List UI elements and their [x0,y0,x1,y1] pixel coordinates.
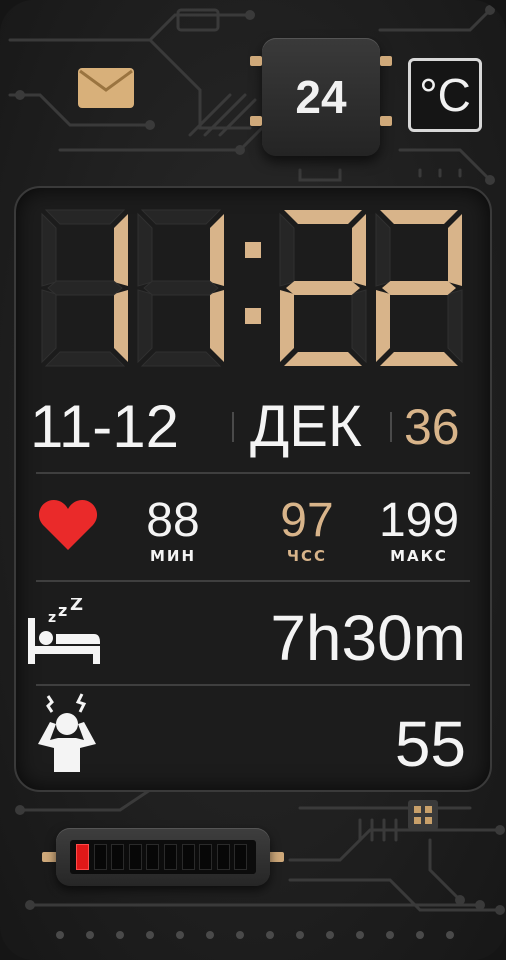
clock-digit-segment [351,289,367,364]
battery-cell [76,844,89,870]
clock-digit-segment [114,290,128,362]
chip-pin [380,116,392,126]
svg-text:z: z [48,610,56,626]
watch-face: 24 °C 11 22 11-12 ДЕК 36 88 МИН 97 ЧСС 1… [0,0,506,960]
temperature-value[interactable]: 24 [262,62,380,132]
battery-cell [199,844,213,870]
chip-pin [250,56,262,66]
hr-current-value[interactable]: 97 [262,496,352,546]
clock-digit-segment [137,212,153,287]
temperature-unit[interactable]: °C [408,58,482,132]
clock-digit-segment [280,290,294,362]
clock-digit-segment [376,290,390,362]
battery-cell [181,844,195,870]
battery-cell [111,844,125,870]
clock-digit-segment [44,209,126,225]
clock-digit-segment [114,214,128,286]
hr-min-label: МИН [149,547,197,565]
sleep-duration[interactable]: 7h30m [270,598,466,678]
date-month-name: ДЕК [250,394,362,459]
clock-digit-segment [380,210,458,224]
stress-value[interactable]: 55 [395,704,466,784]
battery-cell [146,844,160,870]
svg-text:Z: Z [70,598,83,615]
clock-digit-segment [44,351,126,367]
clock-digit-segment [140,351,222,367]
battery-cell [93,844,107,870]
date-separator [232,412,234,442]
hr-max-label: МАКС [390,547,448,565]
battery-pin [268,852,284,862]
date-day-month: 11-12 [30,393,180,460]
digital-clock[interactable]: 11 22 [34,200,484,376]
envelope-icon[interactable] [78,68,134,108]
divider [36,472,470,474]
clock-digit-segment [47,280,123,296]
clock-digit-segment [375,212,391,287]
clock-colon-top [245,242,261,258]
divider [36,580,470,582]
chip-pin [380,56,392,66]
hr-current-label: ЧСС [286,547,328,565]
stressed-person-icon[interactable] [34,692,100,772]
date-separator [390,412,392,442]
heart-icon[interactable] [38,500,98,552]
clock-digit-segment [284,352,362,366]
clock-digit-segment [284,210,362,224]
hr-max-value: 199 [378,494,460,547]
sleep-bed-icon[interactable]: z z Z [26,598,102,664]
clock-digit-segment [382,281,456,295]
clock-digit-segment [380,352,458,366]
clock-digit-segment [210,290,224,362]
clock-digit-segment [41,289,57,364]
clock-digit-segment [352,214,366,286]
battery-cell [216,844,230,870]
clock-digit-segment [447,289,463,364]
clock-digit-segment [137,289,153,364]
hr-min-value: 88 [146,494,200,547]
clock-digit-segment [140,209,222,225]
clock-digit-segment [143,280,219,296]
clock-digit-segment [210,214,224,286]
battery-cell [234,844,248,870]
battery-cell [128,844,142,870]
clock-colon-bottom [245,308,261,324]
divider [36,684,470,686]
clock-digit-segment [279,212,295,287]
clock-digit-segment [286,281,360,295]
clock-digit-segment [448,214,462,286]
svg-text:z: z [58,601,67,620]
date-week-number: 36 [404,399,460,455]
chip-pin [250,116,262,126]
date-row: 11-12 ДЕК 36 [26,392,480,462]
battery-cell [164,844,177,870]
clock-digit-segment [41,212,57,287]
